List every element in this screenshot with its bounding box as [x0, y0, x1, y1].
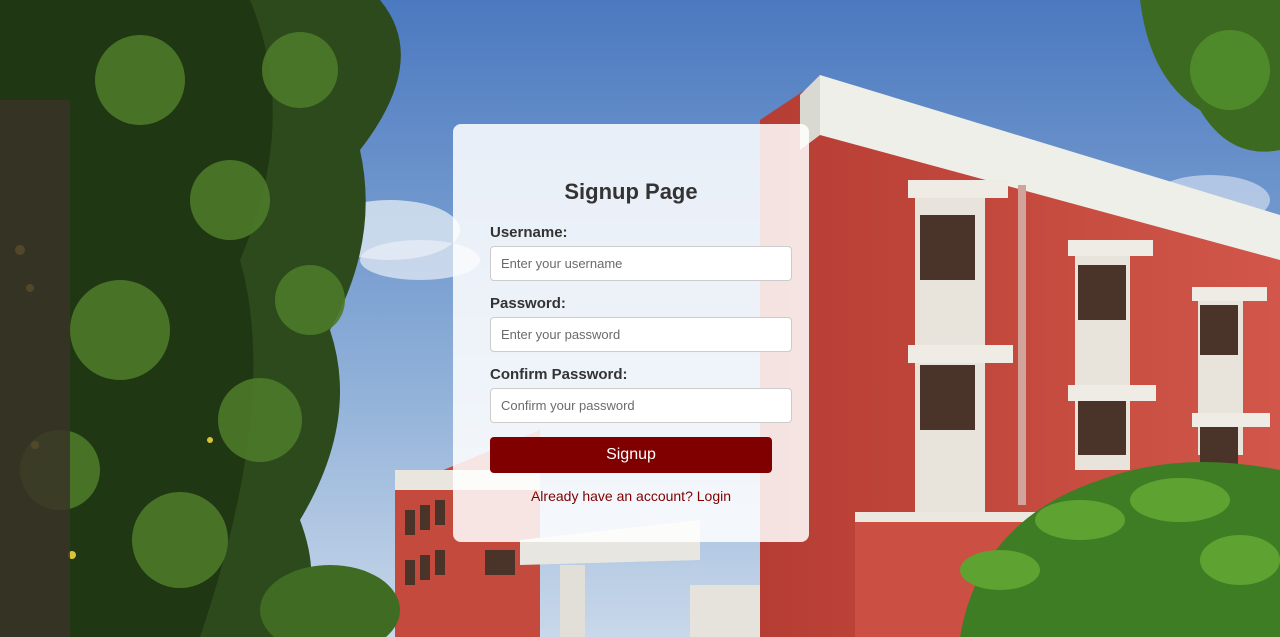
password-label: Password:: [490, 295, 566, 312]
username-input[interactable]: [490, 246, 792, 281]
password-input[interactable]: [490, 317, 792, 352]
signup-card: Signup Page Username: Password: Confirm …: [453, 124, 809, 542]
page-title: Signup Page: [564, 179, 698, 204]
signup-button[interactable]: Signup: [490, 437, 772, 473]
login-link[interactable]: Already have an account? Login: [453, 488, 809, 504]
confirm-password-label: Confirm Password:: [490, 366, 628, 383]
username-label: Username:: [490, 224, 568, 241]
confirm-password-input[interactable]: [490, 388, 792, 423]
